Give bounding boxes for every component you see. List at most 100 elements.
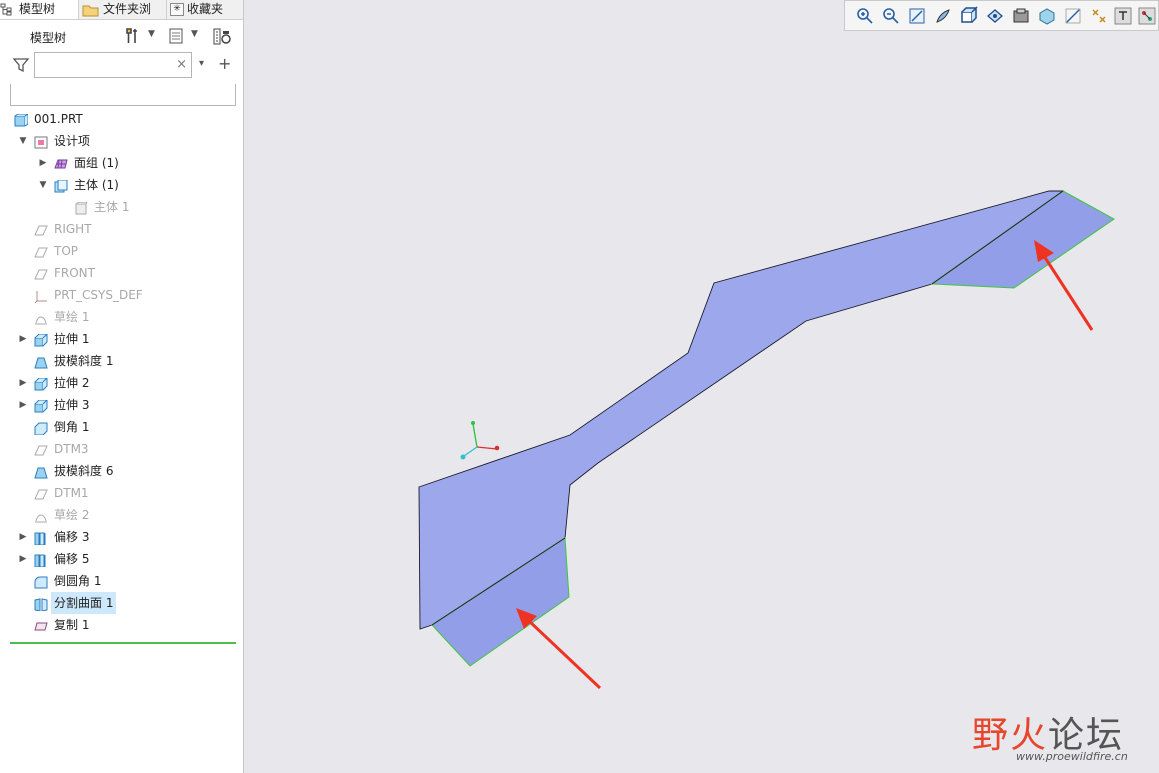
model-tree-panel: 模型树 文件夹浏 ✳ 收藏夹 模型树 ▼ ▼ × ▾ + 001.PRT ▼ 设计项 ▶… — [0, 0, 244, 773]
datum-plane-icon — [34, 486, 48, 500]
tree-item[interactable]: DTM3 — [0, 438, 243, 460]
tree-item[interactable]: ▶ 偏移 3 — [0, 526, 243, 548]
tab-model-tree[interactable]: 模型树 — [0, 0, 79, 19]
tree-item-label: 偏移 3 — [54, 530, 90, 544]
tree-item-label: 复制 1 — [54, 618, 90, 632]
tab-model-tree-label: 模型树 — [19, 2, 56, 16]
expand-right-icon[interactable]: ▶ — [38, 152, 48, 174]
tree-item[interactable]: 草绘 1 — [0, 306, 243, 328]
tree-item[interactable]: ▼ 设计项 — [0, 130, 243, 152]
tree-item[interactable]: ▶ 拉伸 2 — [0, 372, 243, 394]
graphics-viewport[interactable] — [244, 0, 1159, 773]
tree-item[interactable]: 复制 1 — [0, 614, 243, 636]
tree-item-label: 拉伸 1 — [54, 332, 90, 346]
datum-plane-icon — [34, 442, 48, 456]
csys-icon — [34, 288, 48, 304]
search-input[interactable]: × — [34, 52, 192, 78]
expand-right-icon[interactable]: ▶ — [18, 394, 28, 416]
split-surface-icon — [34, 596, 48, 612]
datum-plane-icon — [34, 266, 48, 280]
annotation-arrow-left — [516, 608, 602, 690]
tree-item-label: 拉伸 2 — [54, 376, 90, 390]
sketch-icon — [34, 508, 48, 523]
tree-item[interactable]: ▶ 偏移 5 — [0, 548, 243, 570]
tree-item-label: TOP — [54, 244, 79, 258]
chevron-down-icon[interactable]: ▼ — [148, 29, 166, 47]
watermark-text-1: 野 — [972, 715, 1011, 756]
expand-down-icon[interactable]: ▼ — [38, 174, 48, 196]
filter-icon[interactable] — [12, 56, 30, 77]
extrude-icon — [34, 376, 49, 391]
datum-plane-icon — [34, 222, 48, 236]
tree-item-label: 拔模斜度 6 — [54, 464, 114, 478]
offset-icon — [34, 530, 48, 546]
tree-item-label: 倒角 1 — [54, 420, 90, 434]
watermark-url: www.proewildfire.cn — [1016, 750, 1128, 763]
offset-icon — [34, 552, 48, 568]
close-icon[interactable]: × — [176, 57, 187, 72]
tree-settings-icon[interactable] — [124, 27, 142, 45]
insert-here-line[interactable] — [10, 642, 236, 644]
tree-item[interactable]: 草绘 2 — [0, 504, 243, 526]
expand-right-icon[interactable]: ▶ — [18, 328, 28, 350]
tree-item[interactable]: ▶ 拉伸 1 — [0, 328, 243, 350]
extrude-icon — [34, 398, 49, 413]
tree-item[interactable]: FRONT — [0, 262, 243, 284]
tree-item[interactable]: 倒圆角 1 — [0, 570, 243, 592]
tree-item-label: DTM1 — [54, 486, 89, 500]
tree-item-label: 倒圆角 1 — [54, 574, 102, 588]
model-tree-icon — [0, 3, 16, 16]
tree-columns-icon[interactable] — [168, 27, 186, 45]
filter-dropdown-icon[interactable]: ▾ — [199, 58, 204, 69]
tree-item[interactable]: 主体 1 — [0, 196, 243, 218]
tree-item[interactable]: 倒角 1 — [0, 416, 243, 438]
expand-right-icon[interactable]: ▶ — [18, 372, 28, 394]
tree-item-label: 草绘 1 — [54, 310, 90, 324]
tree-item[interactable]: 001.PRT — [0, 108, 243, 130]
draft-icon — [34, 354, 48, 369]
navigator-tabs: 模型树 文件夹浏 ✳ 收藏夹 — [0, 0, 243, 20]
show-icon[interactable] — [212, 27, 231, 45]
expand-right-icon[interactable]: ▶ — [18, 526, 28, 548]
tree-item-label: 拉伸 3 — [54, 398, 90, 412]
filter-result-area — [10, 84, 236, 106]
expand-down-icon[interactable]: ▼ — [18, 130, 28, 152]
csys-triad-icon — [460, 421, 500, 460]
quilt-icon — [54, 156, 68, 169]
tree-item-label: 偏移 5 — [54, 552, 90, 566]
tree-item[interactable]: DTM1 — [0, 482, 243, 504]
chevron-down-icon[interactable]: ▼ — [191, 29, 209, 47]
copy-icon — [34, 618, 48, 631]
tree-title: 模型树 — [30, 31, 67, 45]
round-icon — [34, 574, 48, 589]
tree-item-label: 设计项 — [54, 134, 91, 148]
main-surface[interactable] — [418, 190, 1065, 630]
tree-item-label: PRT_CSYS_DEF — [54, 288, 143, 302]
tree-item[interactable]: 拔模斜度 1 — [0, 350, 243, 372]
model-geometry[interactable] — [418, 190, 1115, 667]
tree-item[interactable]: 分割曲面 1 — [0, 592, 243, 614]
favorites-icon: ✳ — [170, 3, 184, 16]
tree-item-label: 主体 (1) — [74, 178, 119, 192]
body-icon — [54, 178, 68, 193]
tab-folder-browser-label: 文件夹浏 — [103, 2, 152, 16]
tree-item[interactable]: PRT_CSYS_DEF — [0, 284, 243, 306]
tree-item[interactable]: TOP — [0, 240, 243, 262]
datum-plane-icon — [34, 244, 48, 258]
sketch-icon — [34, 310, 48, 325]
tree-header: 模型树 ▼ ▼ — [0, 22, 243, 50]
add-icon[interactable]: + — [218, 54, 231, 73]
design-items-icon — [34, 134, 48, 149]
filter-row: × ▾ + — [0, 52, 243, 80]
tree-item-label: 主体 1 — [94, 200, 130, 214]
tree-item[interactable]: ▼ 主体 (1) — [0, 174, 243, 196]
tree-item[interactable]: ▶ 拉伸 3 — [0, 394, 243, 416]
tab-favorites[interactable]: ✳ 收藏夹 — [170, 0, 243, 19]
tree-item-label: 拔模斜度 1 — [54, 354, 114, 368]
tree-item[interactable]: 拔模斜度 6 — [0, 460, 243, 482]
expand-right-icon[interactable]: ▶ — [18, 548, 28, 570]
tree-item[interactable]: RIGHT — [0, 218, 243, 240]
tree-item[interactable]: ▶ 面组 (1) — [0, 152, 243, 174]
tree-item-label: 草绘 2 — [54, 508, 90, 522]
tab-folder-browser[interactable]: 文件夹浏 — [82, 0, 167, 19]
